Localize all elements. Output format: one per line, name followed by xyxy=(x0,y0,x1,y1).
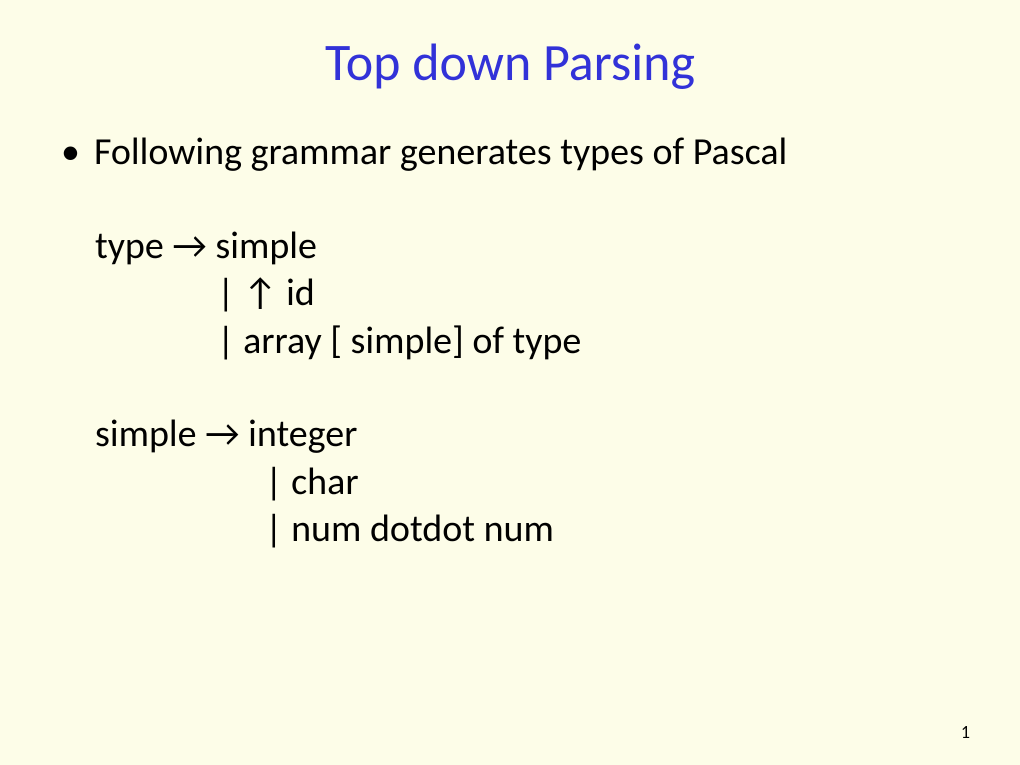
grammar-rule-line: | array [ simple] of type xyxy=(95,318,960,366)
grammar-rule-line: | num dotdot num xyxy=(95,506,960,554)
grammar-rule-line: simple → integer xyxy=(95,411,960,459)
grammar-rule-line: | ↑ id xyxy=(95,270,960,318)
bullet-item: • Following grammar generates types of P… xyxy=(95,129,960,177)
grammar-block-1: type → simple | ↑ id | array [ simple] o… xyxy=(95,223,960,366)
slide: Top down Parsing • Following grammar gen… xyxy=(0,0,1020,765)
bullet-marker: • xyxy=(61,129,80,177)
grammar-rule-line: | char xyxy=(95,459,960,507)
page-number: 1 xyxy=(961,721,970,743)
bullet-text: Following grammar generates types of Pas… xyxy=(94,129,960,177)
grammar-block-2: simple → integer | char | num dotdot num xyxy=(95,411,960,554)
grammar-rule-line: type → simple xyxy=(95,223,960,271)
slide-title: Top down Parsing xyxy=(60,30,960,94)
slide-content: • Following grammar generates types of P… xyxy=(60,129,960,554)
